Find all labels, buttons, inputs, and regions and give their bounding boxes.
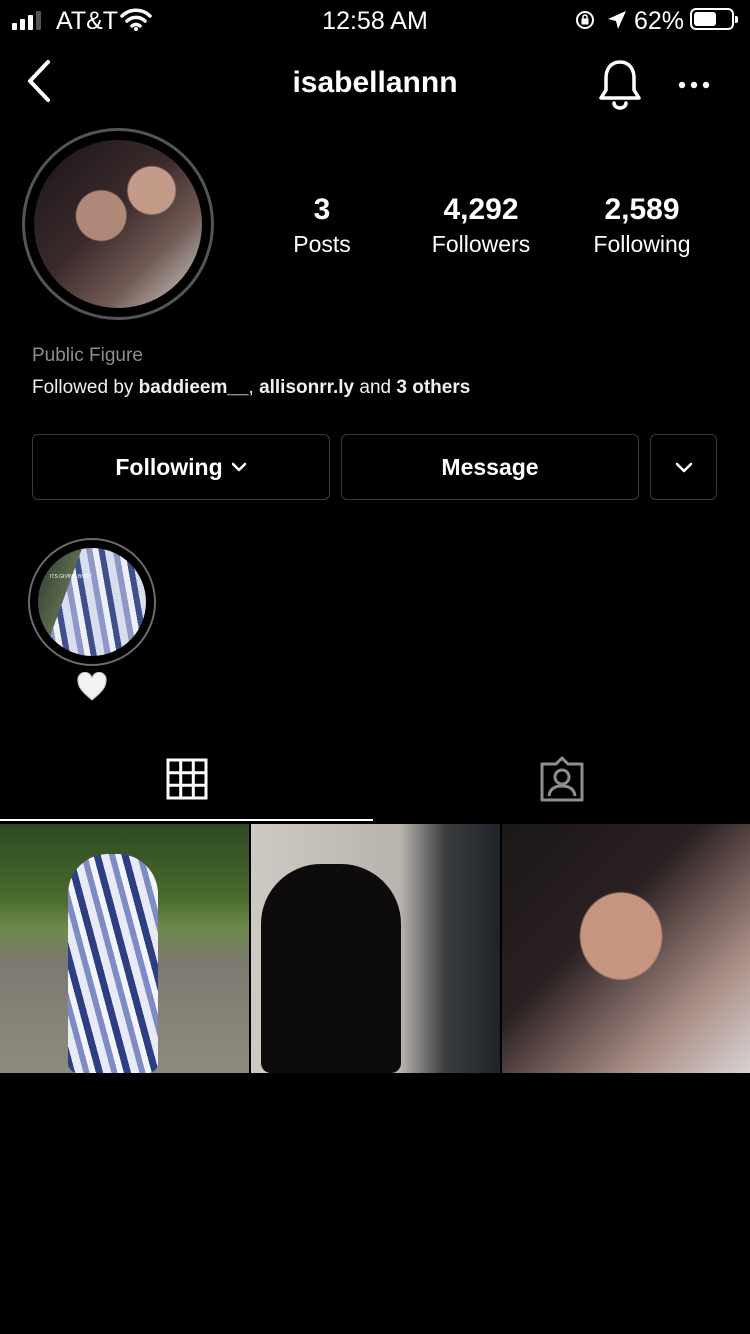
chevron-down-icon bbox=[231, 462, 246, 472]
post-image bbox=[261, 864, 401, 1073]
message-button-label: Message bbox=[441, 453, 539, 480]
status-bar: AT&T 12:58 AM 62% bbox=[0, 0, 750, 42]
tagged-person-icon[interactable] bbox=[538, 756, 586, 802]
followers-label: Followers bbox=[431, 231, 531, 257]
profile-category: Public Figure bbox=[32, 345, 143, 366]
message-button[interactable]: Message bbox=[341, 434, 639, 500]
mutual-user-link[interactable]: allisonrr.ly bbox=[259, 377, 354, 398]
following-count: 2,589 bbox=[604, 193, 680, 226]
battery-percent: 62% bbox=[634, 7, 685, 35]
highlight-cover: ITS GIVING BODY bbox=[38, 548, 146, 656]
posts-label: Posts bbox=[293, 231, 351, 257]
avatar[interactable] bbox=[22, 128, 214, 320]
battery-icon bbox=[690, 8, 738, 30]
following-button[interactable]: Following bbox=[32, 434, 330, 500]
bell-icon[interactable] bbox=[596, 58, 644, 110]
chevron-down-icon bbox=[675, 462, 692, 473]
post-image bbox=[68, 854, 158, 1073]
orientation-lock-icon bbox=[576, 11, 594, 29]
following-label: Following bbox=[593, 231, 691, 257]
following-button-label: Following bbox=[115, 453, 223, 480]
grid-icon[interactable] bbox=[166, 758, 208, 800]
followed-by-text[interactable]: Followed by baddieem__, allisonrr.ly and… bbox=[32, 377, 470, 399]
story-highlight[interactable]: ITS GIVING BODY bbox=[28, 538, 156, 666]
highlight-caption: ITS GIVING BODY bbox=[50, 574, 93, 580]
followers-stat[interactable]: 4,292 Followers bbox=[401, 192, 561, 260]
followers-count: 4,292 bbox=[443, 193, 519, 226]
and-text: and bbox=[354, 377, 397, 398]
active-tab-indicator bbox=[0, 819, 373, 821]
mutual-user-link[interactable]: baddieem__ bbox=[139, 377, 249, 398]
posts-count: 3 bbox=[313, 193, 331, 226]
mutual-others-link[interactable]: 3 others bbox=[396, 377, 470, 398]
post-thumbnail[interactable] bbox=[502, 824, 750, 1073]
post-thumbnail[interactable] bbox=[251, 824, 500, 1073]
profile-photo bbox=[34, 140, 202, 308]
more-horizontal-icon[interactable] bbox=[676, 72, 712, 100]
separator-text: , bbox=[248, 377, 260, 398]
posts-stat[interactable]: 3 Posts bbox=[242, 192, 402, 260]
location-icon bbox=[608, 11, 626, 29]
post-thumbnail[interactable] bbox=[0, 824, 249, 1073]
following-stat[interactable]: 2,589 Following bbox=[562, 192, 722, 260]
followed-by-prefix: Followed by bbox=[32, 377, 139, 398]
highlight-caption-image: ITS GIVING BODY bbox=[50, 574, 93, 580]
white-heart-icon bbox=[77, 672, 107, 701]
suggested-accounts-button[interactable] bbox=[650, 434, 717, 500]
